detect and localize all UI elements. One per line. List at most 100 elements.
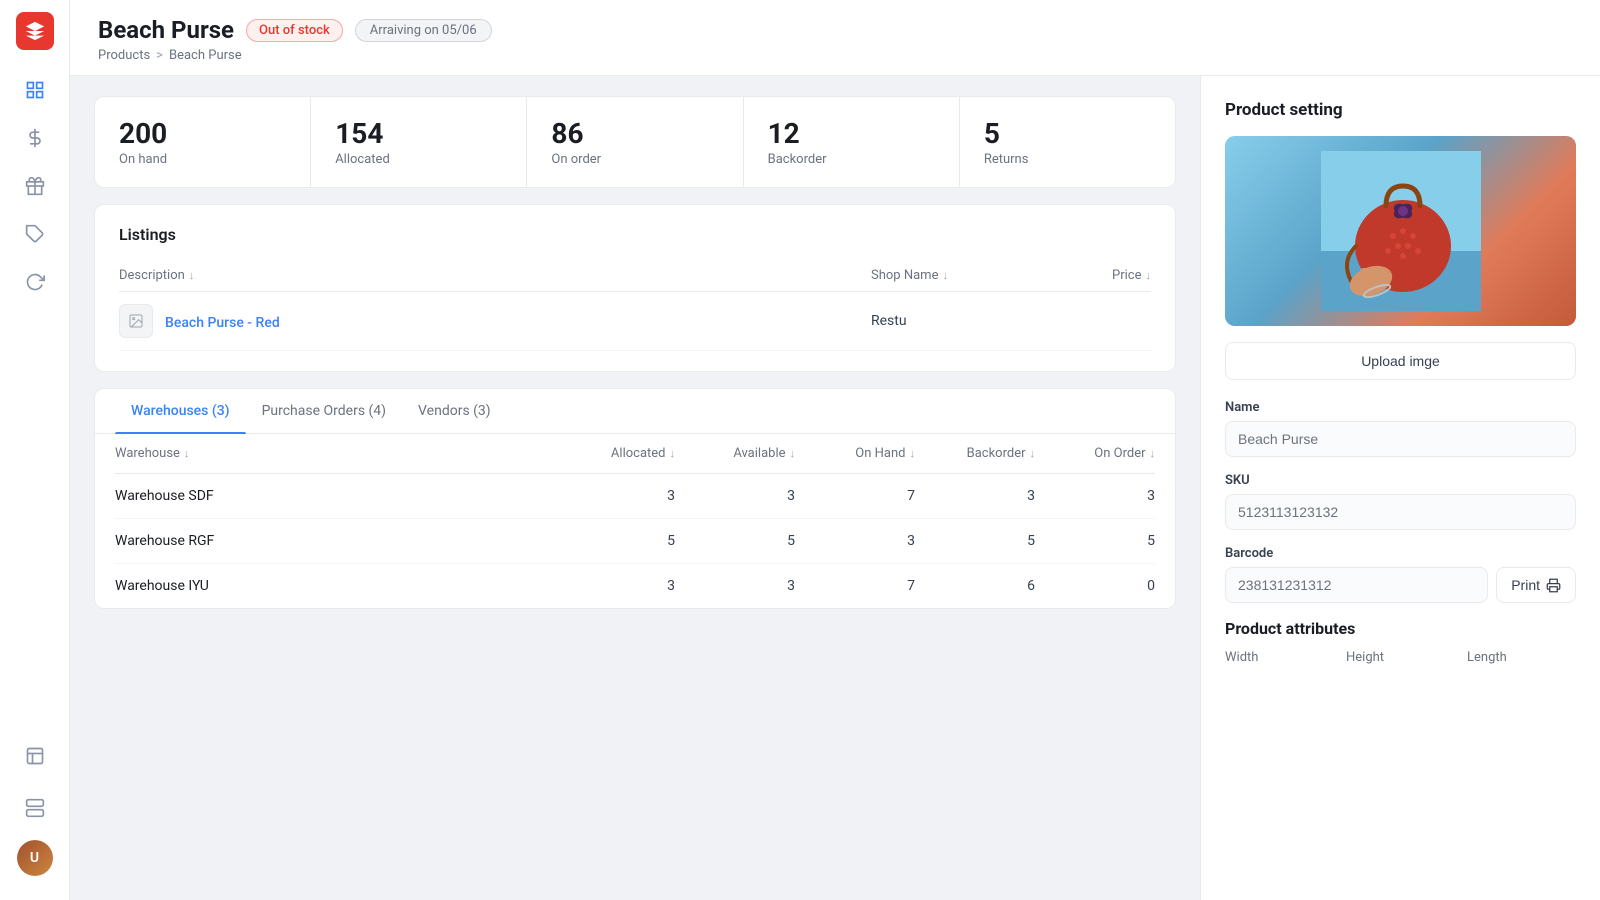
wh-backorder-sdf: 3 <box>915 488 1035 504</box>
wh-name-rgf: Warehouse RGF <box>115 533 555 549</box>
page-title: Beach Purse <box>98 16 234 44</box>
barcode-label: Barcode <box>1225 546 1576 561</box>
attr-height-label: Height <box>1346 650 1455 665</box>
product-setting-title: Product setting <box>1225 100 1576 120</box>
arriving-badge: Arraiving on 05/06 <box>355 19 492 42</box>
page-header: Beach Purse Out of stock Arraiving on 05… <box>70 0 1600 76</box>
desc-sort-icon[interactable]: ↓ <box>189 269 195 282</box>
content-area: 200 On hand 154 Allocated 86 On order 12… <box>70 76 1600 900</box>
wh-name-iyu: Warehouse IYU <box>115 578 555 594</box>
listing-name[interactable]: Beach Purse - Red <box>165 315 280 331</box>
tab-purchase-orders[interactable]: Purchase Orders (4) <box>246 389 402 433</box>
stat-on-order: 86 On order <box>527 97 743 187</box>
wh-allocated-rgf: 5 <box>555 533 675 549</box>
sidebar: U <box>0 0 70 900</box>
wh-onhand-rgf: 3 <box>795 533 915 549</box>
wh-backorder-iyu: 6 <box>915 578 1035 594</box>
sidebar-icon-gift[interactable] <box>15 166 55 206</box>
right-panel: Product setting <box>1200 76 1600 900</box>
listings-table-header: Description ↓ Shop Name ↓ Price ↓ <box>119 260 1151 292</box>
wh-allocated-iyu: 3 <box>555 578 675 594</box>
tab-warehouses[interactable]: Warehouses (3) <box>115 389 246 433</box>
wh-backorder-rgf: 5 <box>915 533 1035 549</box>
tabs-container: Warehouses (3) Purchase Orders (4) Vendo… <box>94 388 1176 609</box>
price-column-label: Price <box>1112 268 1141 283</box>
tab-vendors[interactable]: Vendors (3) <box>402 389 507 433</box>
listings-card: Listings Description ↓ Shop Name ↓ Price… <box>94 204 1176 372</box>
stat-on-hand-label: On hand <box>119 152 286 167</box>
wh-col-backorder-label: Backorder <box>967 446 1026 461</box>
sidebar-icon-dollar[interactable] <box>15 118 55 158</box>
upload-image-button[interactable]: Upload imge <box>1225 342 1576 380</box>
wh-onhand-sdf: 7 <box>795 488 915 504</box>
wh-onorder-sdf: 3 <box>1035 488 1155 504</box>
listing-shop: Restu <box>871 313 1051 329</box>
app-logo[interactable] <box>16 12 54 50</box>
stat-on-order-label: On order <box>551 152 718 167</box>
avatar[interactable]: U <box>17 840 53 876</box>
sku-label: SKU <box>1225 473 1576 488</box>
product-attributes: Product attributes Width Height Length <box>1225 619 1576 665</box>
name-input[interactable] <box>1225 421 1576 457</box>
wh-col-warehouse-label: Warehouse <box>115 446 180 461</box>
tabs-header: Warehouses (3) Purchase Orders (4) Vendo… <box>95 389 1175 434</box>
print-label: Print <box>1511 577 1540 593</box>
sidebar-icon-server[interactable] <box>15 788 55 828</box>
stat-on-order-number: 86 <box>551 117 718 150</box>
wh-allocated-sdf: 3 <box>555 488 675 504</box>
shop-sort-icon[interactable]: ↓ <box>942 269 948 282</box>
listing-row: Beach Purse - Red Restu <box>119 292 1151 351</box>
wh-available-iyu: 3 <box>675 578 795 594</box>
stat-on-hand: 200 On hand <box>95 97 311 187</box>
wh-col-onhand-label: On Hand <box>855 446 905 461</box>
shop-column-label: Shop Name <box>871 268 938 283</box>
sidebar-icon-grid[interactable] <box>15 70 55 110</box>
wh-col-available-label: Available <box>733 446 785 461</box>
warehouse-row-sdf: Warehouse SDF 3 3 7 3 3 <box>115 474 1155 519</box>
wh-onorder-rgf: 5 <box>1035 533 1155 549</box>
price-sort-icon[interactable]: ↓ <box>1146 269 1152 282</box>
stat-returns-label: Returns <box>984 152 1151 167</box>
wh-sort-icon[interactable]: ↓ <box>184 447 190 460</box>
barcode-input[interactable] <box>1225 567 1488 603</box>
stat-backorder-label: Backorder <box>768 152 935 167</box>
listing-name-wrapper: Beach Purse - Red <box>165 312 871 331</box>
attrs-title: Product attributes <box>1225 619 1576 638</box>
listings-title: Listings <box>119 225 1151 244</box>
stat-allocated-number: 154 <box>335 117 502 150</box>
sku-input[interactable] <box>1225 494 1576 530</box>
breadcrumb-parent[interactable]: Products <box>98 48 150 63</box>
out-of-stock-badge: Out of stock <box>246 19 343 42</box>
attrs-row: Width Height Length <box>1225 650 1576 665</box>
wh-name-sdf: Warehouse SDF <box>115 488 555 504</box>
listing-icon <box>119 304 153 338</box>
wh-col-allocated-label: Allocated <box>611 446 666 461</box>
stat-returns: 5 Returns <box>960 97 1175 187</box>
barcode-row: Print <box>1225 567 1576 603</box>
stat-returns-number: 5 <box>984 117 1151 150</box>
stat-backorder: 12 Backorder <box>744 97 960 187</box>
product-image-placeholder <box>1225 136 1576 326</box>
main-content: Beach Purse Out of stock Arraiving on 05… <box>70 0 1600 900</box>
warehouse-table: Warehouse ↓ Allocated ↓ Available ↓ On <box>95 434 1175 608</box>
attr-width-label: Width <box>1225 650 1334 665</box>
sidebar-icon-tag[interactable] <box>15 214 55 254</box>
warehouse-table-header: Warehouse ↓ Allocated ↓ Available ↓ On <box>115 434 1155 474</box>
name-label: Name <box>1225 400 1576 415</box>
warehouse-row-iyu: Warehouse IYU 3 3 7 6 0 <box>115 564 1155 608</box>
wh-available-rgf: 5 <box>675 533 795 549</box>
left-panel: 200 On hand 154 Allocated 86 On order 12… <box>70 76 1200 900</box>
wh-onorder-sort-icon[interactable]: ↓ <box>1150 447 1156 460</box>
wh-available-sdf: 3 <box>675 488 795 504</box>
sidebar-icon-refresh[interactable] <box>15 262 55 302</box>
wh-onhand-iyu: 7 <box>795 578 915 594</box>
stat-allocated-label: Allocated <box>335 152 502 167</box>
sidebar-icon-layout[interactable] <box>15 736 55 776</box>
warehouse-row-rgf: Warehouse RGF 5 5 3 5 5 <box>115 519 1155 564</box>
print-button[interactable]: Print <box>1496 567 1576 603</box>
wh-col-onorder-label: On Order <box>1094 446 1145 461</box>
attr-length-label: Length <box>1467 650 1576 665</box>
stat-backorder-number: 12 <box>768 117 935 150</box>
print-icon <box>1546 578 1561 593</box>
wh-onorder-iyu: 0 <box>1035 578 1155 594</box>
